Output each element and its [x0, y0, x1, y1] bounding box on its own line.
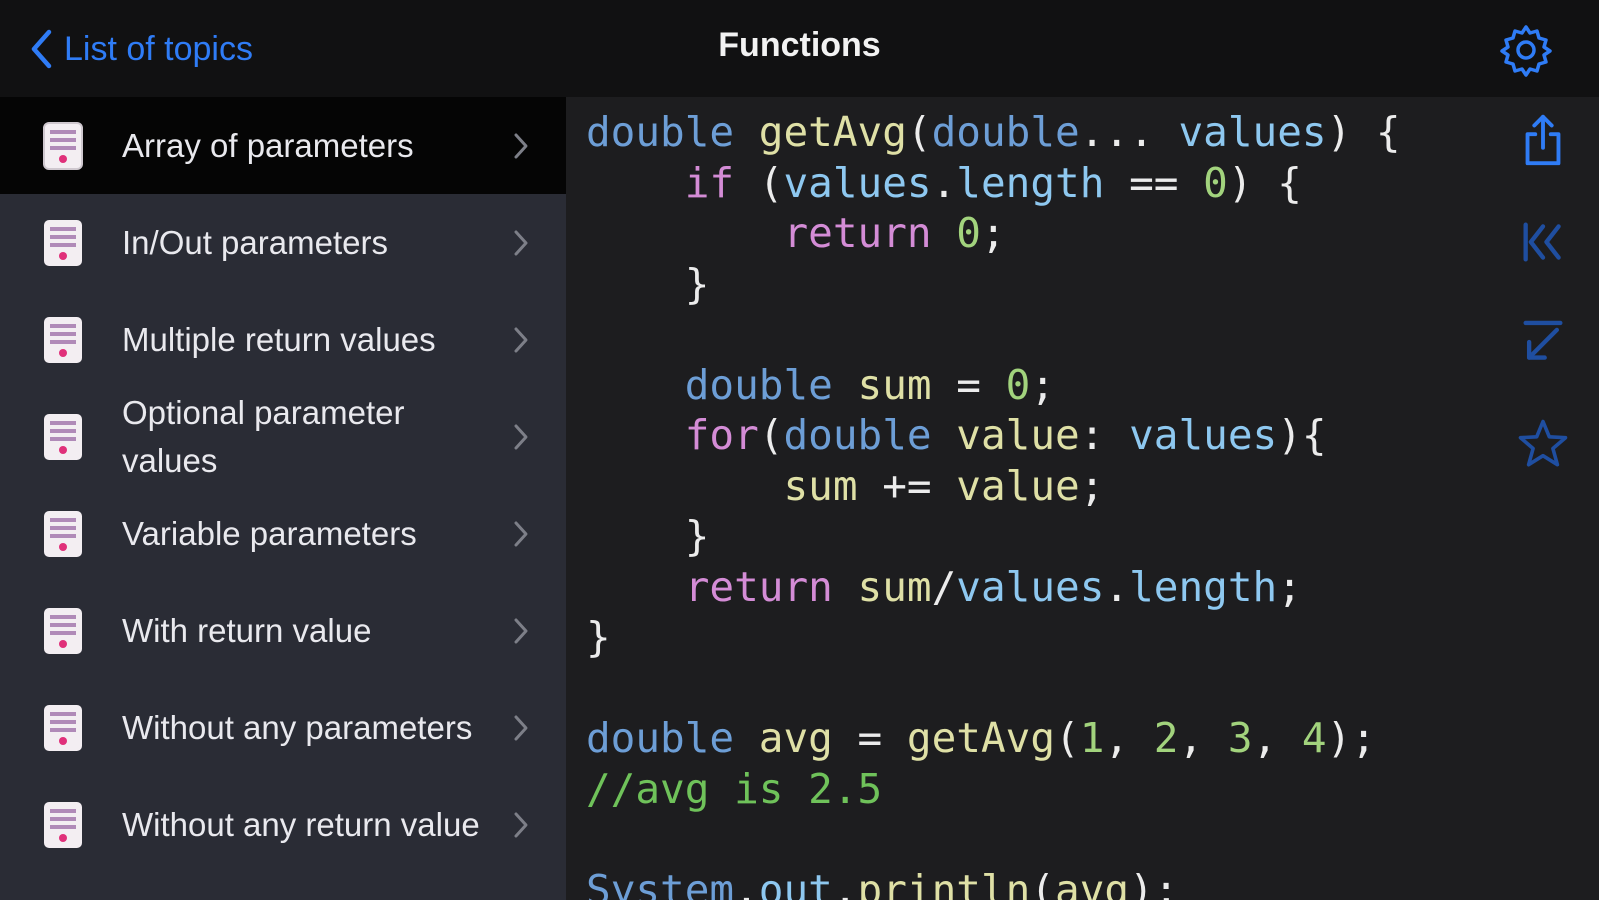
code-line: sum += value; [783, 461, 1105, 510]
code-file-icon [44, 317, 82, 363]
list-item-without-any-return-value[interactable]: Without any return value [0, 776, 566, 873]
chevron-right-icon [514, 327, 528, 353]
chevron-right-icon [514, 133, 528, 159]
favorite-button[interactable] [1508, 409, 1578, 479]
app-window: List of topics Functions Array of parame… [0, 0, 1599, 900]
list-item-label: Without any parameters [122, 708, 473, 746]
chevron-right-icon [514, 521, 528, 547]
code-file-icon [44, 511, 82, 557]
code-line: for(double value: values){ [684, 411, 1327, 459]
list-item-array-of-parameters[interactable]: Array of parameters [0, 97, 566, 194]
code-block: double getAvg(double... values) { if (va… [586, 107, 1401, 900]
code-file-icon [44, 705, 82, 751]
list-item-label: In/Out parameters [122, 223, 388, 261]
code-line: //avg is 2.5 [586, 764, 883, 813]
list-item-in-out-parameters[interactable]: In/Out parameters [0, 194, 566, 291]
chevron-right-icon [514, 230, 528, 256]
list-item-variable-parameters[interactable]: Variable parameters [0, 485, 566, 582]
list-item-with-return-value[interactable]: With return value [0, 582, 566, 679]
code-line: } [586, 613, 611, 661]
gear-icon[interactable] [1498, 22, 1554, 78]
code-line: double sum = 0; [684, 360, 1056, 409]
code-line: if (values.length == 0) { [684, 158, 1302, 207]
nav-bar: List of topics Functions [0, 0, 1599, 97]
share-button[interactable] [1508, 105, 1578, 175]
first-icon [1523, 222, 1561, 262]
code-viewer[interactable]: double getAvg(double... values) { if (va… [566, 97, 1486, 900]
code-line: } [586, 259, 710, 308]
list-item-label: With return value [122, 611, 372, 649]
chevron-right-icon [514, 424, 528, 450]
list-item-label: Array of parameters [122, 126, 414, 164]
right-toolbar [1486, 97, 1599, 900]
last-button[interactable] [1508, 307, 1578, 377]
chevron-right-icon [514, 618, 528, 644]
chevron-right-icon [514, 715, 528, 741]
share-icon [1525, 114, 1561, 166]
chevron-right-icon [514, 812, 528, 838]
code-file-icon [44, 414, 82, 460]
page-title: Functions [718, 26, 881, 64]
code-line: return 0; [783, 209, 1006, 257]
code-file-icon [44, 608, 82, 654]
list-item-without-any-parameters[interactable]: Without any parameters [0, 679, 566, 776]
list-item-label: Multiple return values [122, 320, 436, 358]
code-file-icon [43, 122, 83, 170]
list-item-label: Optional parameter values [122, 393, 405, 479]
code-line: return sum/values.length; [684, 562, 1302, 611]
code-file-icon [44, 802, 82, 848]
code-line: System.out.println(avg); [586, 865, 1179, 900]
last-icon [1523, 320, 1563, 360]
first-button[interactable] [1508, 207, 1578, 277]
code-line: double avg = getAvg(1, 2, 3, 4); [586, 714, 1376, 762]
list-item-multiple-return-values[interactable]: Multiple return values [0, 291, 566, 388]
list-item-label: Variable parameters [122, 514, 417, 552]
star-icon [1518, 419, 1568, 467]
code-line: } [586, 512, 710, 560]
list-item-label: Without any return value [122, 805, 480, 843]
code-file-icon [44, 220, 82, 266]
code-line: double getAvg(double... values) { [586, 108, 1401, 156]
topic-list: Array of parameters In/Out parameters Mu… [0, 97, 566, 900]
list-item-optional-parameter-values[interactable]: Optional parameter values [0, 388, 566, 485]
